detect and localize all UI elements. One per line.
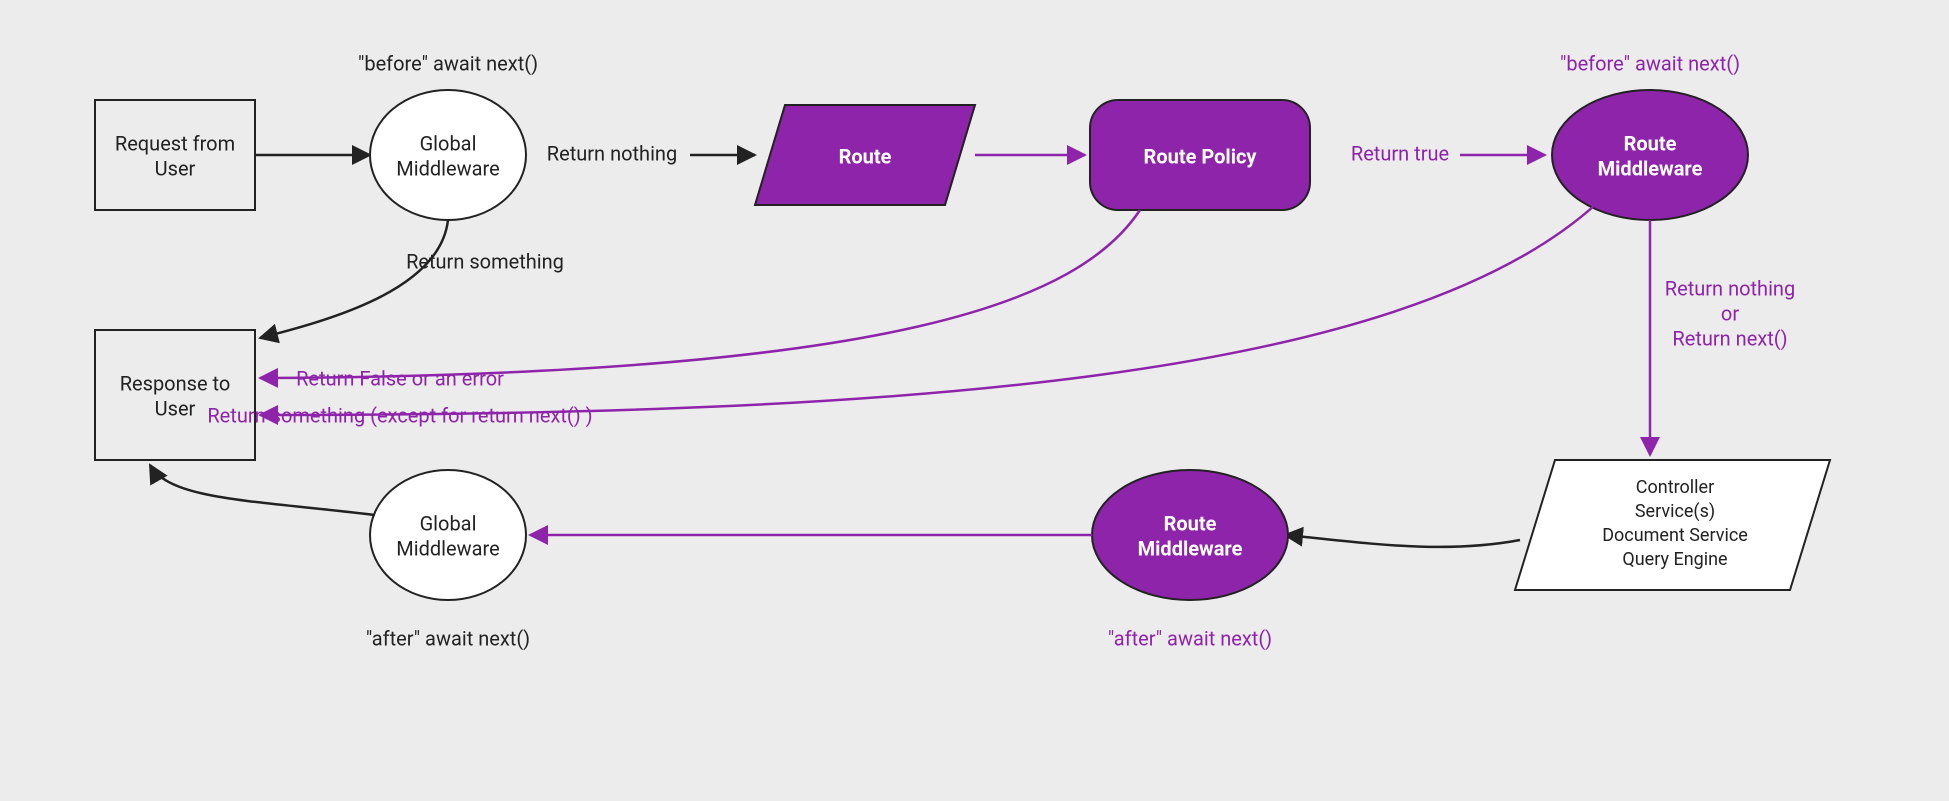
- node-route-policy: Route Policy: [1090, 100, 1310, 210]
- diagram-canvas: Request from User Global Middleware "bef…: [0, 0, 1949, 801]
- edge-policy-resp-label: Return False or an error: [296, 366, 504, 390]
- rmw2-caption: "after" await next(): [1108, 626, 1272, 650]
- rmw1-line1: Route: [1624, 131, 1677, 155]
- rmw1-caption: "before" await next(): [1560, 51, 1740, 75]
- resp-line1: Response to: [120, 371, 231, 395]
- rmw-down-3: Return next(): [1672, 326, 1787, 350]
- node-route: Route: [755, 105, 975, 205]
- rmw-down-1: Return nothing: [1665, 276, 1795, 300]
- node-request-line1: Request from: [115, 131, 235, 155]
- ctrl-l1: Controller: [1636, 477, 1714, 498]
- rmw2-l2: Middleware: [1138, 536, 1243, 560]
- edge-gm-resp-label: Return something: [406, 249, 564, 273]
- gm2-l2: Middleware: [396, 536, 499, 560]
- ctrl-l2: Service(s): [1635, 501, 1715, 522]
- node-request-line2: User: [155, 156, 196, 180]
- gm2-caption: "after" await next(): [366, 626, 530, 650]
- ctrl-l4: Query Engine: [1622, 549, 1727, 570]
- resp-line2: User: [155, 396, 196, 420]
- policy-label: Route Policy: [1144, 144, 1258, 168]
- edge-rmw-resp-label: Return something (except for return next…: [207, 403, 592, 427]
- gm2-l1: Global: [420, 511, 477, 535]
- rmw-down-2: or: [1721, 301, 1739, 325]
- route-label: Route: [839, 144, 892, 168]
- ctrl-l3: Document Service: [1602, 525, 1748, 546]
- edge-gm-route-label: Return nothing: [547, 141, 677, 165]
- node-controllers: Controller Service(s) Document Service Q…: [1515, 460, 1830, 590]
- rmw1-line2: Middleware: [1598, 156, 1703, 180]
- gm1-line2: Middleware: [396, 156, 499, 180]
- edge-policy-rmw-label: Return true: [1351, 141, 1449, 165]
- rmw2-l1: Route: [1164, 511, 1217, 535]
- gm1-caption: "before" await next(): [358, 51, 538, 75]
- gm1-line1: Global: [420, 131, 477, 155]
